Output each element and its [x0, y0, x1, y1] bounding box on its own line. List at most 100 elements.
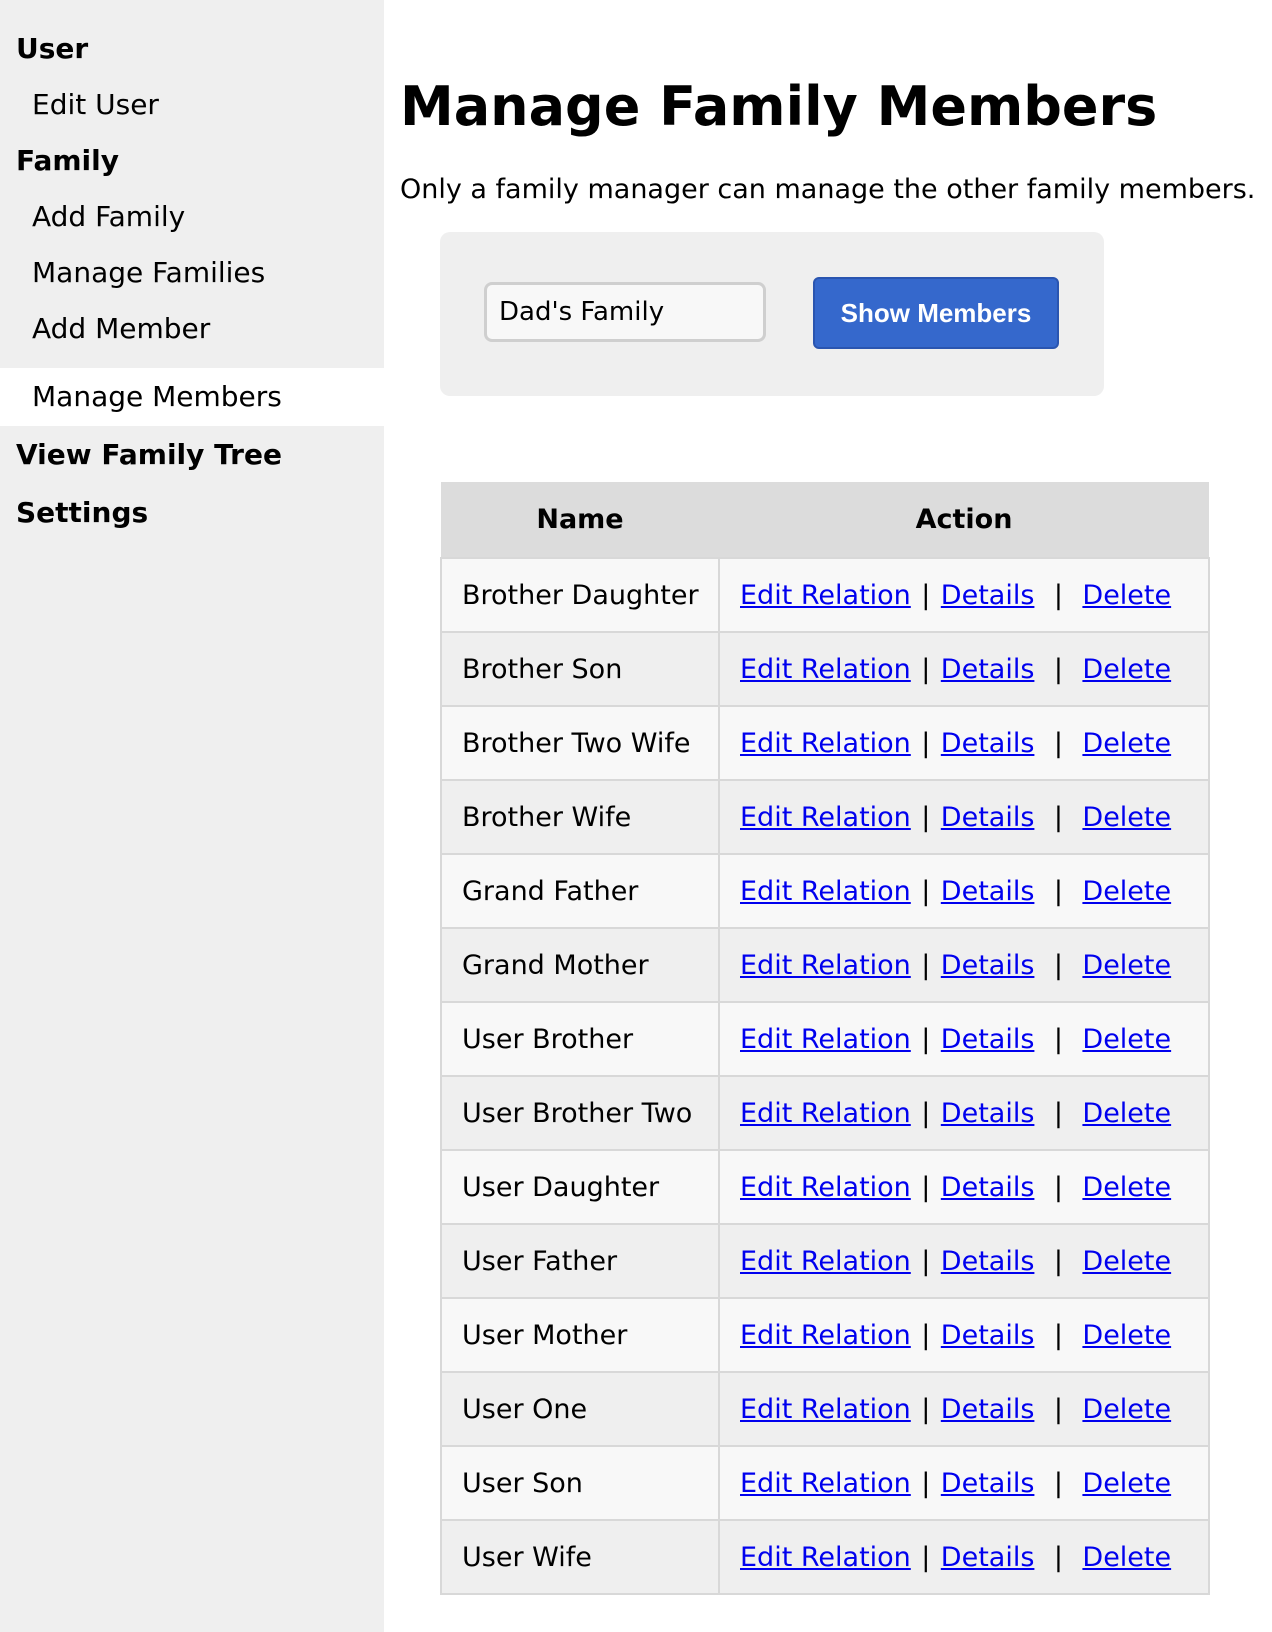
- sidebar-item-view-family-tree[interactable]: View Family Tree: [16, 426, 282, 484]
- edit-relation-link[interactable]: Edit Relation: [740, 802, 911, 833]
- action-separator: |: [921, 1171, 931, 1203]
- sidebar: User Edit User Family Add Family Manage …: [0, 0, 384, 1632]
- action-separator: |: [921, 875, 931, 907]
- action-separator: |: [921, 1245, 931, 1277]
- table-row: User Brother Edit Relation | Details | Delete: [440, 1001, 1210, 1077]
- details-link[interactable]: Details: [941, 876, 1035, 907]
- member-actions-cell: Edit Relation | Details | Delete: [718, 631, 1210, 707]
- edit-relation-link[interactable]: Edit Relation: [740, 950, 911, 981]
- sidebar-item-add-family[interactable]: Add Family: [0, 188, 384, 246]
- member-name-cell: User Daughter: [440, 1149, 720, 1225]
- members-table: Name Action Brother Daughter Edit Relatio…: [440, 482, 1210, 1595]
- member-actions-cell: Edit Relation | Details | Delete: [718, 1149, 1210, 1225]
- table-row: User Mother Edit Relation | Details | Delete: [440, 1297, 1210, 1373]
- delete-link[interactable]: Delete: [1082, 1024, 1171, 1055]
- table-row: Brother Daughter Edit Relation | Details | De…: [440, 557, 1210, 633]
- table-row: User Father Edit Relation | Details | Delete: [440, 1223, 1210, 1299]
- details-link[interactable]: Details: [941, 1172, 1035, 1203]
- action-separator: |: [1053, 1023, 1063, 1055]
- table-row: Brother Two Wife Edit Relation | Details | De…: [440, 705, 1210, 781]
- member-name-cell: Brother Daughter: [440, 557, 720, 633]
- table-row: Grand Father Edit Relation | Details | Delete: [440, 853, 1210, 929]
- show-members-button[interactable]: Show Members: [813, 277, 1059, 349]
- edit-relation-link[interactable]: Edit Relation: [740, 1468, 911, 1499]
- column-header-action: Action: [719, 482, 1209, 558]
- delete-link[interactable]: Delete: [1082, 950, 1171, 981]
- details-link[interactable]: Details: [941, 1024, 1035, 1055]
- details-link[interactable]: Details: [941, 654, 1035, 685]
- edit-relation-link[interactable]: Edit Relation: [740, 728, 911, 759]
- details-link[interactable]: Details: [941, 950, 1035, 981]
- delete-link[interactable]: Delete: [1082, 1098, 1171, 1129]
- delete-link[interactable]: Delete: [1082, 1320, 1171, 1351]
- edit-relation-link[interactable]: Edit Relation: [740, 1024, 911, 1055]
- edit-relation-link[interactable]: Edit Relation: [740, 876, 911, 907]
- action-separator: |: [921, 727, 931, 759]
- member-name-cell: User Wife: [440, 1519, 720, 1595]
- action-separator: |: [921, 1393, 931, 1425]
- table-row: User Son Edit Relation | Details | Delete: [440, 1445, 1210, 1521]
- family-select-input[interactable]: [484, 282, 766, 342]
- delete-link[interactable]: Delete: [1082, 1542, 1171, 1573]
- action-separator: |: [1053, 1467, 1063, 1499]
- member-name-cell: Grand Father: [440, 853, 720, 929]
- member-actions-cell: Edit Relation | Details | Delete: [718, 1297, 1210, 1373]
- action-separator: |: [1053, 1319, 1063, 1351]
- edit-relation-link[interactable]: Edit Relation: [740, 1098, 911, 1129]
- details-link[interactable]: Details: [941, 1098, 1035, 1129]
- member-actions-cell: Edit Relation | Details | Delete: [718, 557, 1210, 633]
- member-actions-cell: Edit Relation | Details | Delete: [718, 1223, 1210, 1299]
- sidebar-item-add-member[interactable]: Add Member: [0, 300, 384, 358]
- action-separator: |: [921, 1097, 931, 1129]
- edit-relation-link[interactable]: Edit Relation: [740, 580, 911, 611]
- edit-relation-link[interactable]: Edit Relation: [740, 1542, 911, 1573]
- delete-link[interactable]: Delete: [1082, 802, 1171, 833]
- action-separator: |: [1053, 1245, 1063, 1277]
- table-row: User Brother Two Edit Relation | Details | De…: [440, 1075, 1210, 1151]
- edit-relation-link[interactable]: Edit Relation: [740, 1246, 911, 1277]
- table-row: Grand Mother Edit Relation | Details | Delete: [440, 927, 1210, 1003]
- edit-relation-link[interactable]: Edit Relation: [740, 1320, 911, 1351]
- member-actions-cell: Edit Relation | Details | Delete: [718, 1001, 1210, 1077]
- edit-relation-link[interactable]: Edit Relation: [740, 654, 911, 685]
- delete-link[interactable]: Delete: [1082, 876, 1171, 907]
- member-actions-cell: Edit Relation | Details | Delete: [718, 705, 1210, 781]
- action-separator: |: [921, 579, 931, 611]
- member-name-cell: Brother Son: [440, 631, 720, 707]
- sidebar-item-edit-user[interactable]: Edit User: [0, 76, 384, 134]
- member-name-cell: User Son: [440, 1445, 720, 1521]
- sidebar-item-manage-members[interactable]: Manage Members: [0, 368, 384, 426]
- member-name-cell: User One: [440, 1371, 720, 1447]
- sidebar-item-settings[interactable]: Settings: [16, 484, 148, 542]
- action-separator: |: [1053, 1393, 1063, 1425]
- edit-relation-link[interactable]: Edit Relation: [740, 1172, 911, 1203]
- sidebar-heading-family: Family: [16, 144, 120, 177]
- sidebar-item-manage-families[interactable]: Manage Families: [0, 244, 384, 302]
- details-link[interactable]: Details: [941, 1468, 1035, 1499]
- delete-link[interactable]: Delete: [1082, 654, 1171, 685]
- details-link[interactable]: Details: [941, 1542, 1035, 1573]
- delete-link[interactable]: Delete: [1082, 1394, 1171, 1425]
- member-actions-cell: Edit Relation | Details | Delete: [718, 853, 1210, 929]
- members-table-body: Brother Daughter Edit Relation | Details | De…: [440, 557, 1210, 1595]
- delete-link[interactable]: Delete: [1082, 728, 1171, 759]
- member-name-cell: Grand Mother: [440, 927, 720, 1003]
- details-link[interactable]: Details: [941, 728, 1035, 759]
- details-link[interactable]: Details: [941, 1394, 1035, 1425]
- delete-link[interactable]: Delete: [1082, 1246, 1171, 1277]
- delete-link[interactable]: Delete: [1082, 580, 1171, 611]
- member-actions-cell: Edit Relation | Details | Delete: [718, 1075, 1210, 1151]
- member-actions-cell: Edit Relation | Details | Delete: [718, 927, 1210, 1003]
- details-link[interactable]: Details: [941, 580, 1035, 611]
- details-link[interactable]: Details: [941, 1246, 1035, 1277]
- sidebar-heading-user: User: [16, 32, 89, 65]
- member-actions-cell: Edit Relation | Details | Delete: [718, 1519, 1210, 1595]
- delete-link[interactable]: Delete: [1082, 1172, 1171, 1203]
- details-link[interactable]: Details: [941, 1320, 1035, 1351]
- delete-link[interactable]: Delete: [1082, 1468, 1171, 1499]
- edit-relation-link[interactable]: Edit Relation: [740, 1394, 911, 1425]
- member-name-cell: User Brother: [440, 1001, 720, 1077]
- member-name-cell: Brother Two Wife: [440, 705, 720, 781]
- details-link[interactable]: Details: [941, 802, 1035, 833]
- member-actions-cell: Edit Relation | Details | Delete: [718, 1445, 1210, 1521]
